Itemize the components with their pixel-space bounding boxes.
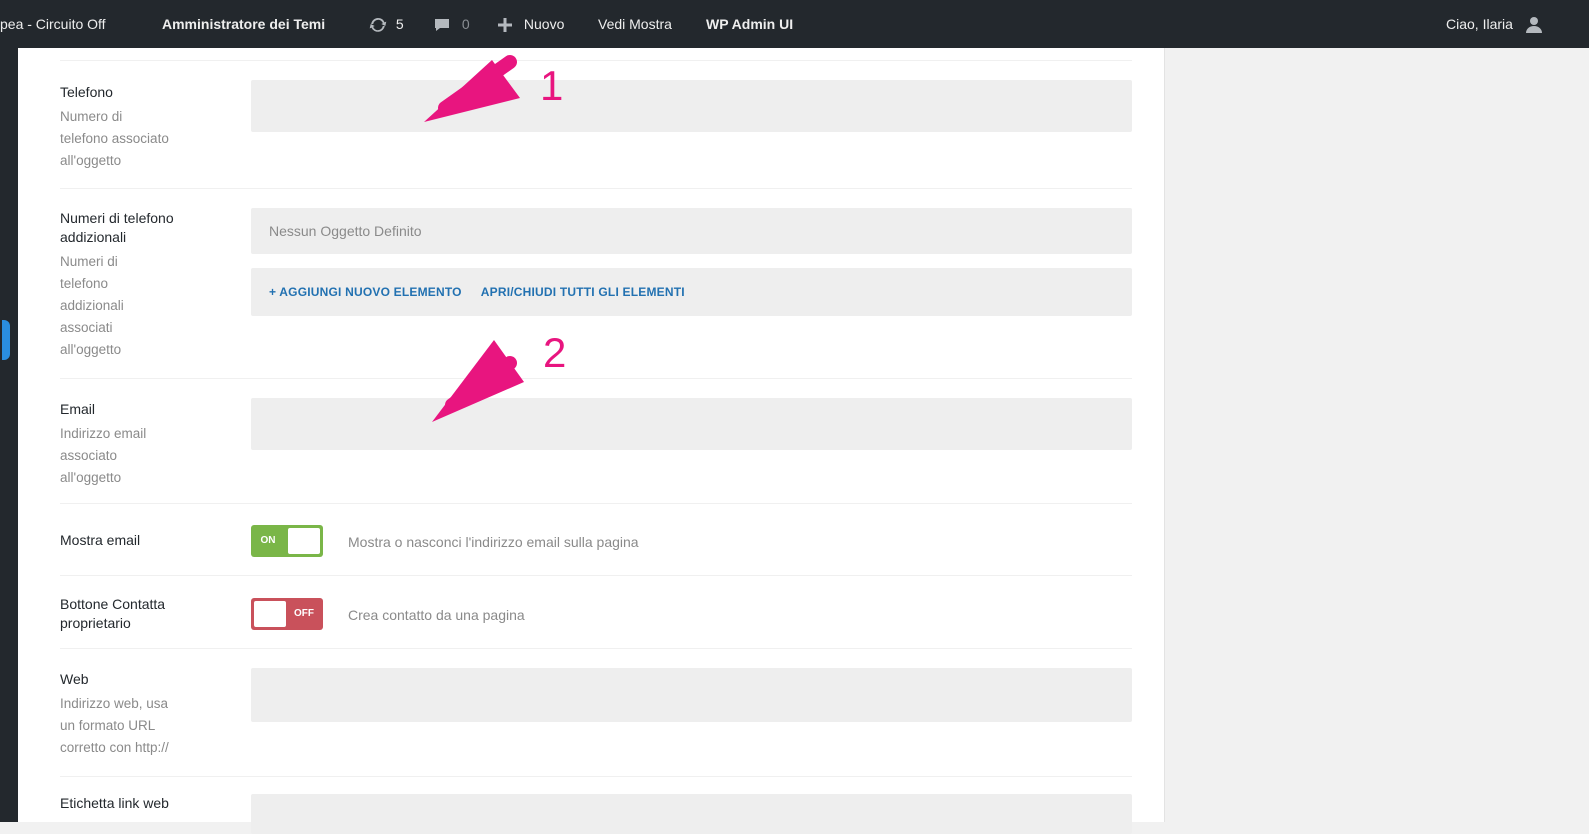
new-content-link[interactable]: Nuovo [496, 0, 564, 48]
admin-sidebar-collapsed [0, 48, 18, 822]
toggle-knob [288, 528, 320, 554]
web-link-label-input[interactable] [251, 794, 1132, 834]
comments-link[interactable]: 0 [432, 0, 470, 48]
email-input[interactable] [251, 398, 1132, 450]
toggle-knob [254, 601, 286, 627]
web-label: Web [60, 671, 89, 687]
sidebar-active-indicator [2, 320, 10, 360]
email-label: Email [60, 401, 96, 417]
web-link-label-label: Etichetta link web [60, 795, 169, 811]
new-label: Nuovo [523, 16, 565, 32]
row-separator [60, 503, 1132, 504]
wp-admin-ui-link[interactable]: WP Admin UI [706, 0, 793, 48]
comments-count: 0 [461, 16, 470, 32]
extra-phones-actions: + AGGIUNGI NUOVO ELEMENTO APRI/CHIUDI TU… [251, 268, 1132, 316]
toggle-all-elements-button[interactable]: APRI/CHIUDI TUTTI GLI ELEMENTI [481, 285, 685, 299]
account-link[interactable]: Ciao, Ilaria [1446, 0, 1545, 48]
user-icon [1525, 17, 1542, 34]
plus-icon [498, 18, 512, 33]
updates-icon [369, 18, 387, 33]
row-separator [60, 378, 1132, 379]
add-element-button[interactable]: + AGGIUNGI NUOVO ELEMENTO [269, 285, 462, 299]
empty-list-placeholder: Nessun Oggetto Definito [269, 223, 422, 239]
view-link[interactable]: Vedi Mostra [598, 0, 672, 48]
annotation-number-2: 2 [543, 329, 567, 376]
contact-owner-label: Bottone Contatta proprietario [60, 596, 166, 631]
show-email-description: Mostra o nasconci l'indirizzo email sull… [348, 534, 639, 550]
extra-phones-empty-list: Nessun Oggetto Definito [251, 208, 1132, 254]
extra-phones-description: Numeri di telefono addizionali associati… [60, 254, 124, 357]
row-separator [60, 776, 1132, 777]
contact-owner-description: Crea contatto da una pagina [348, 607, 525, 623]
web-input[interactable] [251, 668, 1132, 722]
updates-count: 5 [395, 16, 404, 32]
email-description: Indirizzo email associato all'oggetto [60, 426, 147, 485]
row-separator [60, 188, 1132, 189]
show-email-toggle[interactable]: ON [251, 525, 323, 557]
right-sidebar [1164, 48, 1589, 822]
phone-description: Numero di telefono associato all'oggetto [60, 109, 169, 168]
extra-phones-label: Numeri di telefono addizionali [60, 210, 174, 245]
comment-icon [435, 19, 449, 32]
row-separator [60, 648, 1132, 649]
row-separator [60, 575, 1132, 576]
phone-label: Telefono [60, 84, 113, 100]
toggle-state-label: ON [260, 535, 276, 546]
greeting: Ciao, Ilaria [1446, 16, 1513, 32]
updates-link[interactable]: 5 [368, 0, 404, 48]
annotation-number-1: 1 [540, 62, 564, 109]
web-description: Indirizzo web, usa un formato URL corret… [60, 696, 169, 755]
show-email-label: Mostra email [60, 532, 141, 548]
row-separator [60, 60, 1132, 61]
site-title-link[interactable]: pea - Circuito Off [0, 0, 106, 48]
toggle-state-label: OFF [294, 608, 314, 619]
meta-box-content: Telefono Numero di telefono associato al… [18, 48, 1165, 834]
contact-owner-toggle[interactable]: OFF [251, 598, 323, 630]
phone-input[interactable] [251, 80, 1132, 132]
theme-admin-link[interactable]: Amministratore dei Temi [162, 0, 325, 48]
admin-bar: pea - Circuito Off Amministratore dei Te… [0, 0, 1589, 48]
